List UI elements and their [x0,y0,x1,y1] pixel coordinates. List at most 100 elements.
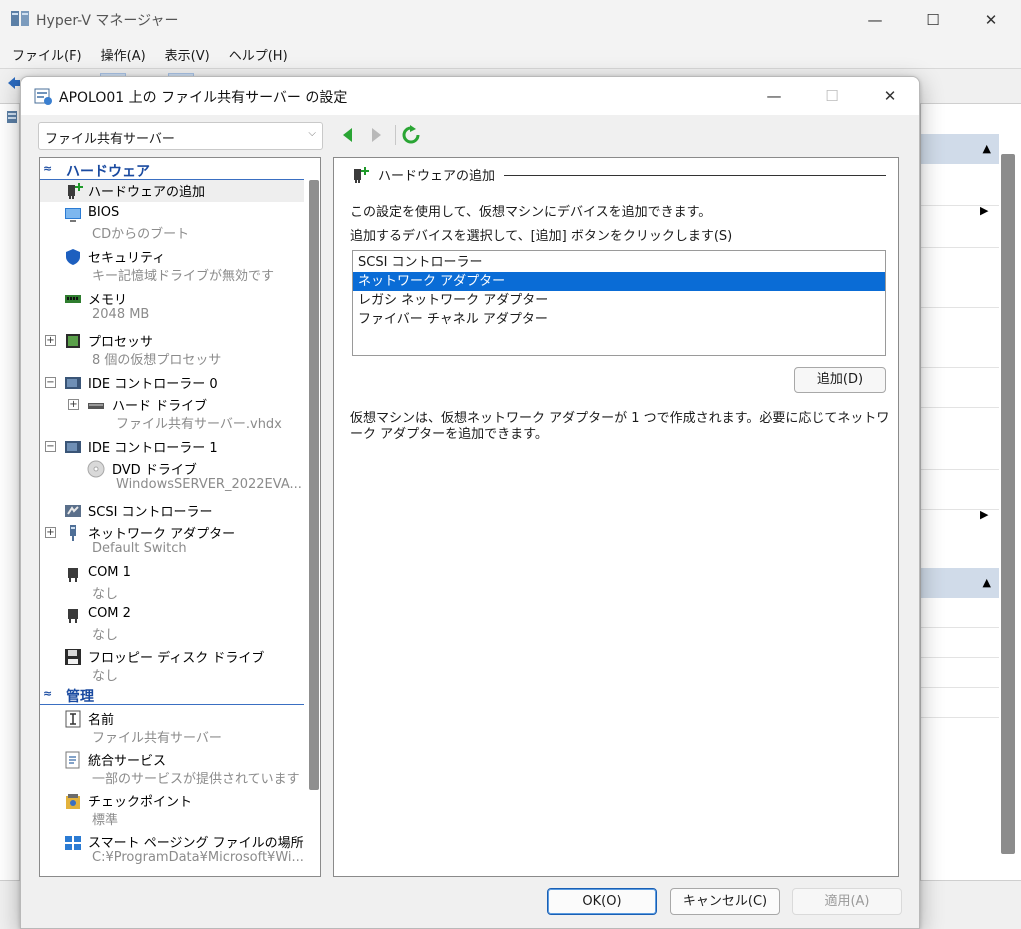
action-item[interactable] [921,688,999,718]
tree-item-detail: ファイル共有サーバー [92,731,222,746]
tree-item-bios[interactable]: BIOS CDからのブート [40,204,304,244]
add-hardware-group: ハードウェアの追加 [352,165,495,184]
dialog-close-button[interactable]: ✕ [861,77,919,115]
refresh-icon[interactable] [401,125,421,145]
tree-item-dvd-drive[interactable]: DVD ドライブ WindowsSERVER_2022EVA... [40,458,304,498]
next-arrow-icon[interactable] [366,125,386,145]
device-list[interactable]: SCSI コントローラー ネットワーク アダプター レガシ ネットワーク アダプ… [352,250,886,356]
action-item[interactable] [921,164,999,206]
com-port-icon [68,609,78,623]
main-menu-bar: ファイル(F) 操作(A) 表示(V) ヘルプ(H) [0,40,1021,68]
tree-item-ide-controller-1[interactable]: − IDE コントローラー 1 [40,436,304,458]
main-minimize-button[interactable]: — [846,0,904,40]
name-field-icon [65,710,81,728]
collapse-up-icon: ▲ [982,576,991,589]
menu-action[interactable]: 操作(A) [101,45,146,64]
main-close-button[interactable]: ✕ [962,0,1020,40]
tree-item-hard-drive[interactable]: + ハード ドライブ ファイル共有サーバー.vhdx [40,394,304,434]
checkpoint-icon [66,794,80,809]
tree-item-smart-paging[interactable]: スマート ページング ファイルの場所 C:¥ProgramData¥Micros… [40,831,304,871]
management-section-header[interactable]: ≈ 管理 [40,685,304,705]
action-item[interactable] [921,308,999,368]
add-button[interactable]: 追加(D) [794,367,886,393]
panel-description: この設定を使用して、仮想マシンにデバイスを追加できます。 [350,205,712,220]
action-item[interactable] [921,408,999,470]
floppy-disk-icon [65,649,81,665]
tree-item-floppy-drive[interactable]: フロッピー ディスク ドライブ なし [40,646,304,686]
apply-button: 適用(A) [792,888,902,915]
tree-item-network-adapter[interactable]: + ネットワーク アダプター Default Switch [40,522,304,562]
vm-settings-dialog: APOLO01 上の ファイル共有サーバー の設定 — ☐ ✕ ファイル共有サー… [20,76,920,929]
tree-item-detail: 8 個の仮想プロセッサ [92,353,222,368]
collapse-chevron-icon: ≈ [43,687,53,700]
tree-item-detail: 2048 MB [92,307,150,322]
ok-button[interactable]: OK(O) [547,888,657,915]
collapse-icon[interactable]: − [45,377,56,388]
tree-item-label: 名前 [88,713,115,728]
tree-item-com1[interactable]: COM 1 なし [40,564,304,604]
menu-help[interactable]: ヘルプ(H) [229,45,288,64]
expand-icon[interactable]: + [68,399,79,410]
collapse-icon[interactable]: − [45,441,56,452]
device-item-legacy-network-adapter[interactable]: レガシ ネットワーク アダプター [353,291,885,310]
action-item[interactable] [921,598,999,628]
previous-arrow-icon[interactable] [338,125,358,145]
device-item-scsi[interactable]: SCSI コントローラー [353,253,885,272]
tree-item-integration-services[interactable]: 統合サービス 一部のサービスが提供されています [40,749,304,789]
tree-item-detail: なし [92,628,119,643]
cancel-button[interactable]: キャンセル(C) [670,888,780,915]
network-adapter-icon [70,525,76,541]
chevron-down-icon: ⌵ [308,128,316,139]
processor-icon [66,334,80,348]
menu-view[interactable]: 表示(V) [165,45,210,64]
group-title: ハードウェアの追加 [378,169,496,184]
action-item[interactable] [921,658,999,688]
device-item-fibre-channel-adapter[interactable]: ファイバー チャネル アダプター [353,310,885,329]
tree-item-scsi-controller[interactable]: SCSI コントローラー [40,500,304,522]
actions-header[interactable]: ▲ [921,134,999,164]
tree-item-detail: CDからのブート [92,227,190,242]
vm-selector-dropdown[interactable]: ファイル共有サーバー ⌵ [38,122,323,150]
tree-item-label: BIOS [88,205,120,220]
tree-item-com2[interactable]: COM 2 なし [40,605,304,645]
tree-item-ide-controller-0[interactable]: − IDE コントローラー 0 [40,372,304,394]
action-item[interactable] [921,248,999,308]
tree-item-label: メモリ [88,293,128,308]
vm-settings-icon [34,88,52,105]
tree-item-label: ハードウェアの追加 [88,185,206,200]
menu-file[interactable]: ファイル(F) [12,45,82,64]
com-port-icon [68,568,78,582]
hardware-section-header[interactable]: ≈ ハードウェア [40,160,304,180]
toolbar-separator [395,125,396,145]
tree-item-label: COM 2 [88,606,131,621]
action-item[interactable] [921,628,999,658]
group-divider [504,175,886,176]
device-item-network-adapter[interactable]: ネットワーク アダプター [353,272,885,291]
tree-item-label: IDE コントローラー 1 [88,441,218,456]
expand-icon[interactable]: + [45,527,56,538]
tree-item-label: ネットワーク アダプター [88,527,236,542]
submenu-arrow-icon: ▶ [980,508,989,521]
memory-icon [65,295,81,303]
main-maximize-button[interactable]: ☐ [904,0,962,40]
tree-item-label: フロッピー ディスク ドライブ [88,651,265,666]
actions-scrollbar[interactable] [1001,154,1015,854]
panel-instruction: 追加するデバイスを選択して、[追加] ボタンをクリックします(S) [350,229,733,244]
collapse-up-icon: ▲ [982,142,991,155]
hard-drive-icon [88,403,104,409]
dialog-title: APOLO01 上の ファイル共有サーバー の設定 [59,90,348,106]
expand-icon[interactable]: + [45,335,56,346]
tree-item-checkpoint[interactable]: チェックポイント 標準 [40,790,304,830]
action-item[interactable] [921,368,999,408]
action-item[interactable] [921,470,999,510]
tree-item-processor[interactable]: + プロセッサ 8 個の仮想プロセッサ [40,330,304,370]
tree-item-detail: 標準 [92,813,119,828]
tree-item-name[interactable]: 名前 ファイル共有サーバー [40,708,304,748]
actions-vm-header[interactable]: ▲ [921,568,999,598]
dialog-minimize-button[interactable]: — [745,77,803,115]
tree-item-security[interactable]: セキュリティ キー記憶域ドライブが無効です [40,246,304,286]
tree-scrollbar[interactable] [309,180,319,790]
tree-item-add-hardware[interactable]: ハードウェアの追加 [40,180,304,202]
tree-item-detail: WindowsSERVER_2022EVA... [116,477,302,492]
tree-item-memory[interactable]: メモリ 2048 MB [40,288,304,328]
